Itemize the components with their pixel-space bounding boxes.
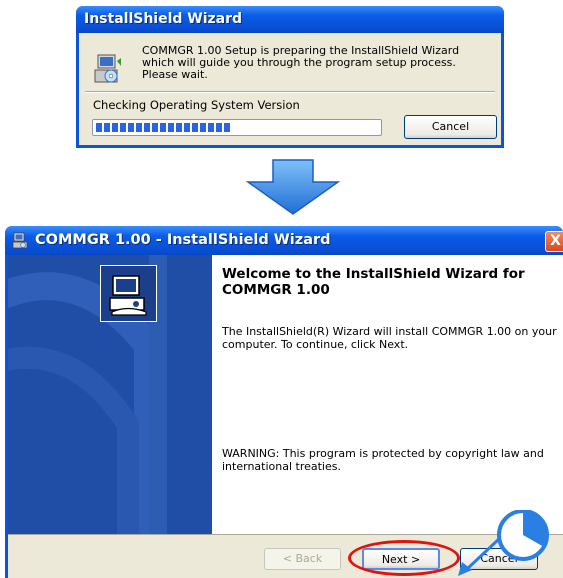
preparing-dialog-title: InstallShield Wizard: [84, 11, 243, 27]
divider: [85, 91, 495, 93]
preparing-dialog-body: COMMGR 1.00 Setup is preparing the Insta…: [79, 33, 501, 145]
back-button[interactable]: < Back: [264, 548, 341, 570]
progress-fill: [96, 123, 232, 132]
warning-text: WARNING: This program is protected by co…: [222, 447, 544, 473]
preparing-dialog-titlebar[interactable]: InstallShield Wizard: [76, 6, 504, 33]
status-text: Checking Operating System Version: [93, 98, 300, 112]
preparing-dialog: InstallShield Wizard COMMGR 1.00 Setup i…: [76, 6, 504, 148]
progress-bar: [92, 119, 382, 136]
wizard-title: COMMGR 1.00 - InstallShield Wizard: [35, 232, 331, 248]
intro-text: The InstallShield(R) Wizard will install…: [222, 325, 557, 351]
close-button[interactable]: X: [545, 231, 563, 252]
preparing-message: COMMGR 1.00 Setup is preparing the Insta…: [142, 44, 460, 81]
side-banner: [8, 255, 212, 534]
cancel-button[interactable]: Cancel: [404, 115, 497, 139]
welcome-heading: Welcome to the InstallShield Wizard for …: [222, 266, 525, 298]
down-arrow-icon: [245, 159, 341, 215]
installer-computer-icon: [94, 54, 121, 83]
wizard-titlebar[interactable]: COMMGR 1.00 - InstallShield Wizard X: [5, 226, 563, 255]
step-clock-icon: [458, 510, 549, 576]
installshield-logo-icon: [100, 265, 157, 322]
setup-icon: [12, 232, 28, 249]
